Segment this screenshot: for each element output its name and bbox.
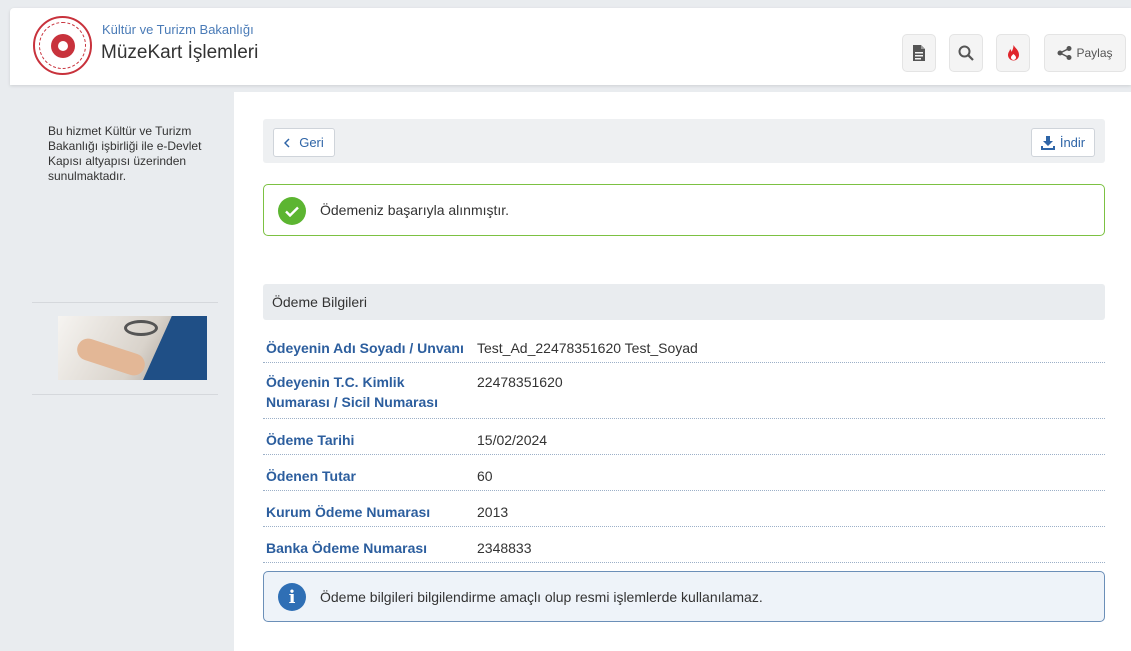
- download-label: İndir: [1059, 135, 1086, 150]
- detail-label: Ödeme Tarihi: [266, 432, 355, 448]
- detail-value: 2013: [477, 504, 509, 520]
- share-label: Paylaş: [1076, 46, 1113, 60]
- action-toolbar: Geri İndir: [263, 119, 1105, 163]
- info-icon: i: [278, 583, 306, 611]
- success-message: Ödemeniz başarıyla alınmıştır.: [320, 202, 510, 218]
- download-button[interactable]: İndir: [1031, 128, 1095, 157]
- ministry-logo-icon[interactable]: [33, 16, 92, 75]
- detail-row: Banka Ödeme Numarası 2348833: [263, 527, 1105, 563]
- info-message: Ödeme bilgileri bilgilendirme amaçlı olu…: [320, 589, 763, 605]
- detail-row: Ödeyenin T.C. Kimlik Numarası / Sicil Nu…: [263, 363, 1105, 419]
- download-icon: [1040, 135, 1055, 150]
- chevron-left-icon: [284, 137, 290, 148]
- detail-value: 60: [477, 468, 493, 484]
- detail-row: Ödeme Tarihi 15/02/2024: [263, 419, 1105, 455]
- document-button[interactable]: [902, 34, 936, 72]
- divider: [32, 394, 218, 395]
- fire-icon: [1007, 45, 1019, 61]
- detail-row: Ödenen Tutar 60: [263, 455, 1105, 491]
- page-title: MüzeKart İşlemleri: [101, 42, 259, 63]
- detail-label: Banka Ödeme Numarası: [266, 540, 428, 556]
- sidebar: Bu hizmet Kültür ve Turizm Bakanlığı işb…: [10, 92, 234, 651]
- search-icon: [958, 45, 974, 61]
- service-banner-image[interactable]: [58, 316, 207, 380]
- service-description: Bu hizmet Kültür ve Turizm Bakanlığı işb…: [48, 124, 202, 183]
- detail-value: 2348833: [477, 540, 532, 556]
- detail-label: Ödeyenin Adı Soyadı / Unvanı: [266, 340, 464, 356]
- section-heading: Ödeme Bilgileri: [263, 284, 1105, 320]
- back-label: Geri: [299, 135, 324, 150]
- share-icon: [1057, 46, 1072, 60]
- detail-label: Ödeyenin T.C. Kimlik Numarası / Sicil Nu…: [266, 374, 438, 410]
- detail-value: 15/02/2024: [477, 432, 548, 448]
- divider: [32, 302, 218, 303]
- detail-label: Ödenen Tutar: [266, 468, 356, 484]
- back-button[interactable]: Geri: [273, 128, 335, 157]
- popular-button[interactable]: [996, 34, 1030, 72]
- check-circle-icon: [278, 197, 306, 225]
- detail-label: Kurum Ödeme Numarası: [266, 504, 431, 520]
- search-button[interactable]: [949, 34, 983, 72]
- main-content: Geri İndir Ödemeniz başarıyla alınmıştır…: [234, 92, 1131, 651]
- success-alert: Ödemeniz başarıyla alınmıştır.: [263, 184, 1105, 236]
- detail-row: Ödeyenin Adı Soyadı / Unvanı Test_Ad_224…: [263, 333, 1105, 363]
- document-icon: [913, 45, 925, 61]
- info-alert: i Ödeme bilgileri bilgilendirme amaçlı o…: [263, 571, 1105, 622]
- page-header: Kültür ve Turizm Bakanlığı MüzeKart İşle…: [10, 8, 1131, 85]
- share-button[interactable]: Paylaş: [1044, 34, 1126, 72]
- detail-value: 22478351620: [477, 374, 563, 390]
- detail-row: Kurum Ödeme Numarası 2013: [263, 491, 1105, 527]
- detail-value: Test_Ad_22478351620 Test_Soyad: [477, 340, 698, 356]
- ministry-name[interactable]: Kültür ve Turizm Bakanlığı: [102, 22, 254, 37]
